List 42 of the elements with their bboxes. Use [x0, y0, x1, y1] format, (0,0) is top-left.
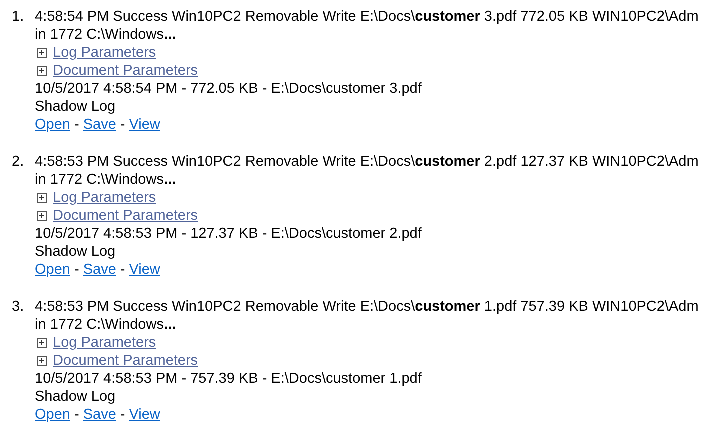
- log-type: Shadow Log: [35, 98, 117, 116]
- event-summary: in 1772 C:\Windows...: [35, 26, 178, 44]
- event-details: 10/5/2017 4:58:53 PM - 127.37 KB - E:\Docs\customer 2.pdf: [35, 225, 423, 243]
- log-type: Shadow Log: [35, 243, 117, 261]
- event-summary: 4:58:53 PM Success Win10PC2 Removable Write E:\Docs\customer 2.pdf 127.37 KB WIN10PC2\Adm: [35, 153, 699, 171]
- list-number: 3.: [12, 298, 26, 316]
- event-details: 10/5/2017 4:58:54 PM - 772.05 KB - E:\Docs\customer 3.pdf: [35, 80, 423, 98]
- expand-icon[interactable]: [37, 48, 47, 58]
- section-link[interactable]: Log Parameters: [53, 334, 156, 352]
- log-type: Shadow Log: [35, 388, 117, 406]
- action-link[interactable]: Save: [83, 406, 116, 424]
- event-summary: in 1772 C:\Windows...: [35, 316, 178, 334]
- action-link[interactable]: Open: [35, 406, 70, 424]
- action-link[interactable]: Open: [35, 261, 70, 279]
- separator-text: -: [120, 116, 126, 134]
- separator-text: -: [74, 116, 80, 134]
- expand-icon[interactable]: [37, 193, 47, 203]
- expand-icon[interactable]: [37, 338, 47, 348]
- section-link[interactable]: Log Parameters: [53, 189, 156, 207]
- event-summary: 4:58:53 PM Success Win10PC2 Removable Write E:\Docs\customer 1.pdf 757.39 KB WIN10PC2\Adm: [35, 298, 699, 316]
- section-link[interactable]: Document Parameters: [53, 62, 198, 80]
- event-summary: in 1772 C:\Windows...: [35, 171, 178, 189]
- separator-text: -: [120, 261, 126, 279]
- action-link[interactable]: View: [129, 261, 160, 279]
- list-number: 2.: [12, 153, 26, 171]
- separator-text: -: [74, 406, 80, 424]
- expand-icon[interactable]: [37, 211, 47, 221]
- separator-text: -: [120, 406, 126, 424]
- section-link[interactable]: Document Parameters: [53, 352, 198, 370]
- action-link[interactable]: Save: [83, 116, 116, 134]
- event-summary: 4:58:54 PM Success Win10PC2 Removable Write E:\Docs\customer 3.pdf 772.05 KB WIN10PC2\Adm: [35, 8, 699, 26]
- section-link[interactable]: Log Parameters: [53, 44, 156, 62]
- list-number: 1.: [12, 8, 26, 26]
- expand-icon[interactable]: [37, 66, 47, 76]
- section-link[interactable]: Document Parameters: [53, 207, 198, 225]
- event-details: 10/5/2017 4:58:53 PM - 757.39 KB - E:\Docs\customer 1.pdf: [35, 370, 423, 388]
- action-link[interactable]: Open: [35, 116, 70, 134]
- separator-text: -: [74, 261, 80, 279]
- action-link[interactable]: View: [129, 406, 160, 424]
- expand-icon[interactable]: [37, 356, 47, 366]
- action-link[interactable]: View: [129, 116, 160, 134]
- action-link[interactable]: Save: [83, 261, 116, 279]
